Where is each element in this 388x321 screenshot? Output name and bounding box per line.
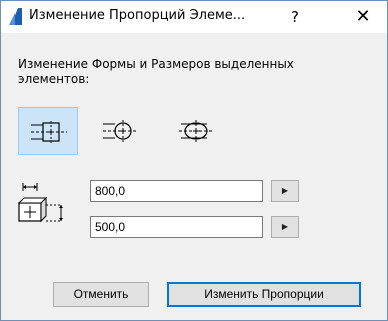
- height-input[interactable]: 500,0: [90, 216, 263, 238]
- mode-elliptical-button[interactable]: [165, 107, 225, 155]
- dialog-content: Изменение Формы и Размеров выделенных эл…: [1, 33, 387, 320]
- width-height-dimension-icon: [17, 183, 63, 223]
- mode-rounded-button[interactable]: [89, 107, 149, 155]
- rectangular-proportion-icon: [31, 121, 67, 143]
- elliptical-proportion-icon: [179, 120, 213, 142]
- archicad-app-icon: [9, 8, 22, 25]
- dialog-window: Изменение Пропорций Элеме... ? ✕ Изменен…: [0, 0, 388, 321]
- mode-rectangular-button[interactable]: [18, 107, 78, 155]
- rounded-proportion-icon: [103, 120, 137, 142]
- cancel-button[interactable]: Отменить: [53, 282, 149, 307]
- width-input[interactable]: 800,0: [90, 180, 263, 202]
- help-button[interactable]: ?: [283, 5, 307, 29]
- height-options-arrow-icon[interactable]: ▶: [271, 216, 299, 238]
- window-title: Изменение Пропорций Элеме...: [29, 8, 246, 23]
- description-label: Изменение Формы и Размеров выделенных эл…: [18, 57, 294, 86]
- width-options-arrow-icon[interactable]: ▶: [271, 180, 299, 202]
- apply-proportions-button[interactable]: Изменить Пропорции: [167, 282, 361, 307]
- close-button[interactable]: ✕: [349, 5, 377, 29]
- title-bar: Изменение Пропорций Элеме... ? ✕: [1, 1, 387, 33]
